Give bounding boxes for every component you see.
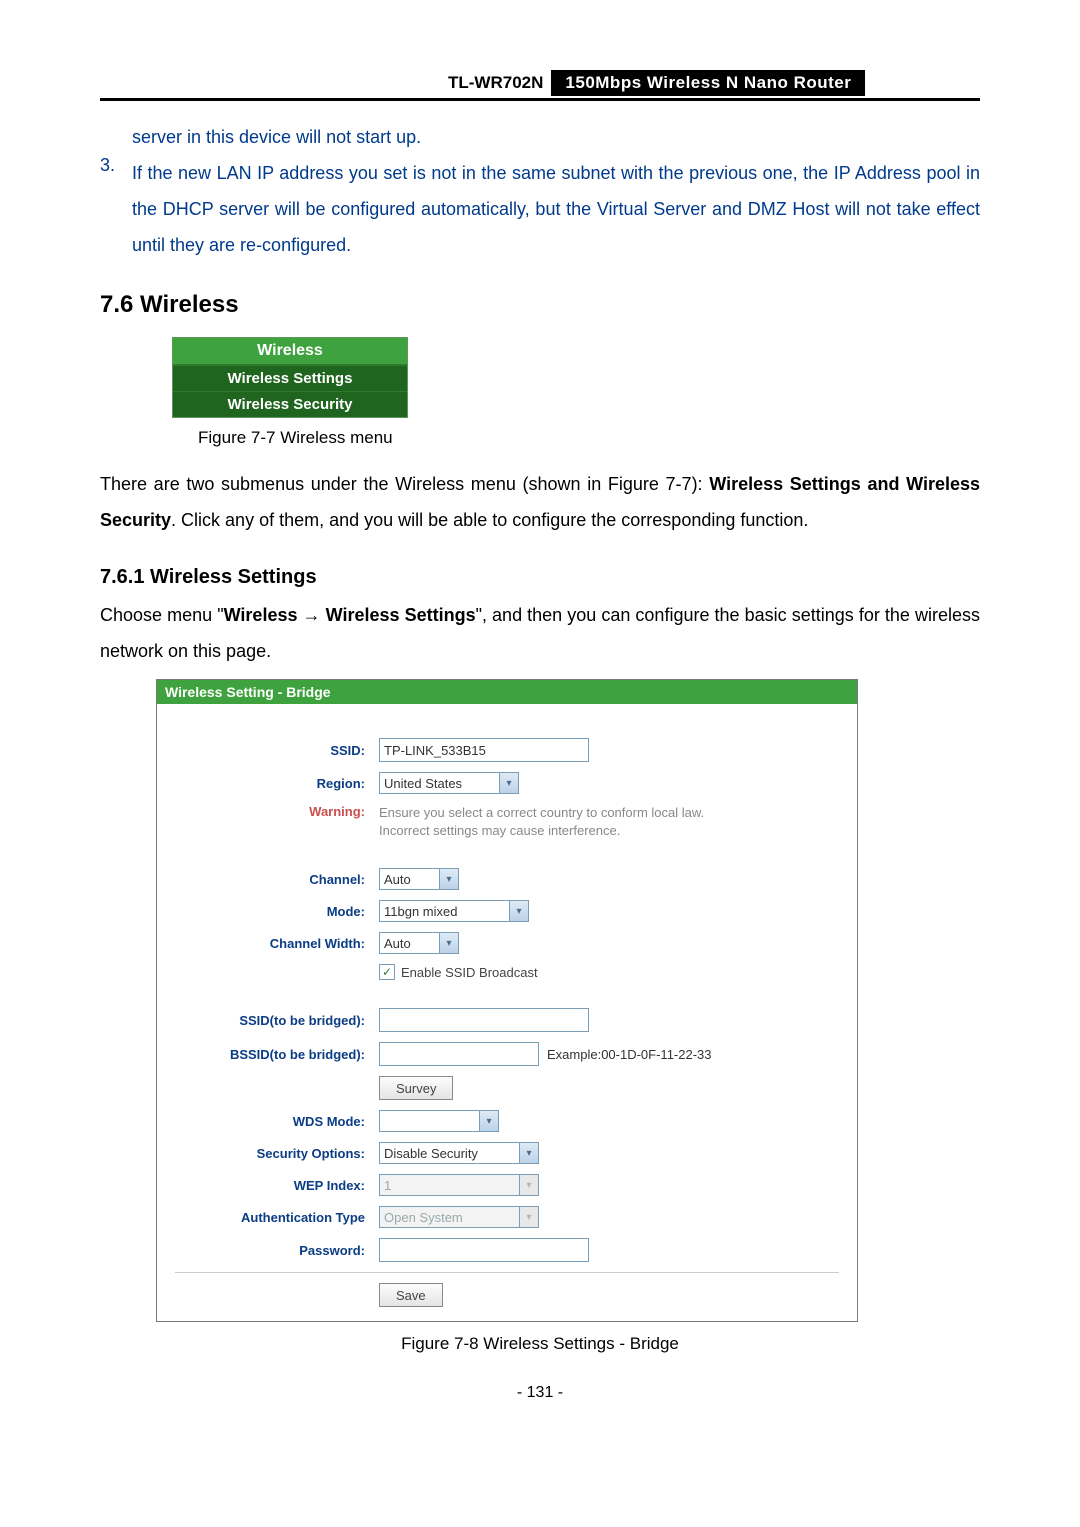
model-label: TL-WR702N [440,70,551,96]
wep-index-select: 1 ▾ [379,1174,539,1196]
list-marker: 3. [100,155,132,263]
header-rule [100,98,980,101]
ssid-bridged-label: SSID(to be bridged): [175,1013,379,1028]
wireless-menu-screenshot: Wireless Wireless Settings Wireless Secu… [172,337,408,418]
paragraph-submenus: There are two submenus under the Wireles… [100,466,980,538]
enable-ssid-broadcast-checkbox[interactable]: ✓ [379,964,395,980]
menu-item-wireless-settings: Wireless Settings [173,365,407,391]
chevron-down-icon: ▾ [439,869,458,889]
continued-paragraph: server in this device will not start up. [132,119,980,155]
wep-index-label: WEP Index: [175,1178,379,1193]
channel-label: Channel: [175,872,379,887]
password-input[interactable] [379,1238,589,1262]
warning-text: Ensure you select a correct country to c… [379,804,739,840]
channel-width-label: Channel Width: [175,936,379,951]
list-text: If the new LAN IP address you set is not… [132,155,980,263]
security-options-label: Security Options: [175,1146,379,1161]
doc-header: TL-WR702N 150Mbps Wireless N Nano Router [440,70,980,96]
ssid-bridged-input[interactable] [379,1008,589,1032]
bssid-bridged-input[interactable] [379,1042,539,1066]
mode-select[interactable]: 11bgn mixed ▾ [379,900,529,922]
security-options-select[interactable]: Disable Security ▾ [379,1142,539,1164]
chevron-down-icon: ▾ [439,933,458,953]
channel-width-select[interactable]: Auto ▾ [379,932,459,954]
subsection-heading: 7.6.1 Wireless Settings [100,566,980,589]
ssid-input[interactable] [379,738,589,762]
menu-header: Wireless [173,338,407,365]
section-heading: 7.6 Wireless [100,291,980,319]
figure-7-8-caption: Figure 7-8 Wireless Settings - Bridge [100,1334,980,1354]
panel-title: Wireless Setting - Bridge [157,680,857,704]
auth-type-select: Open System ▾ [379,1206,539,1228]
password-label: Password: [175,1243,379,1258]
mode-label: Mode: [175,904,379,919]
save-button[interactable]: Save [379,1283,443,1307]
wireless-setting-panel: Wireless Setting - Bridge SSID: Region: … [156,679,858,1322]
bssid-bridged-label: BSSID(to be bridged): [175,1047,379,1062]
chevron-down-icon: ▾ [519,1207,538,1227]
wds-mode-label: WDS Mode: [175,1114,379,1129]
region-label: Region: [175,776,379,791]
ssid-label: SSID: [175,743,379,758]
wds-mode-select[interactable]: ▾ [379,1110,499,1132]
region-select[interactable]: United States ▾ [379,772,519,794]
chevron-down-icon: ▾ [519,1175,538,1195]
enable-ssid-broadcast-label: Enable SSID Broadcast [401,965,538,980]
paragraph-choose-menu: Choose menu "Wireless → Wireless Setting… [100,597,980,669]
page-number: - 131 - [100,1384,980,1402]
list-item: 3. If the new LAN IP address you set is … [100,155,980,263]
chevron-down-icon: ▾ [519,1143,538,1163]
figure-7-7-caption: Figure 7-7 Wireless menu [198,428,980,448]
divider [175,1272,839,1273]
auth-type-label: Authentication Type [175,1210,379,1225]
chevron-down-icon: ▾ [509,901,528,921]
survey-button[interactable]: Survey [379,1076,453,1100]
channel-select[interactable]: Auto ▾ [379,868,459,890]
bssid-example: Example:00-1D-0F-11-22-33 [547,1047,712,1062]
model-description: 150Mbps Wireless N Nano Router [551,70,865,96]
chevron-down-icon: ▾ [499,773,518,793]
warning-label: Warning: [175,804,379,819]
menu-item-wireless-security: Wireless Security [173,391,407,417]
chevron-down-icon: ▾ [479,1111,498,1131]
